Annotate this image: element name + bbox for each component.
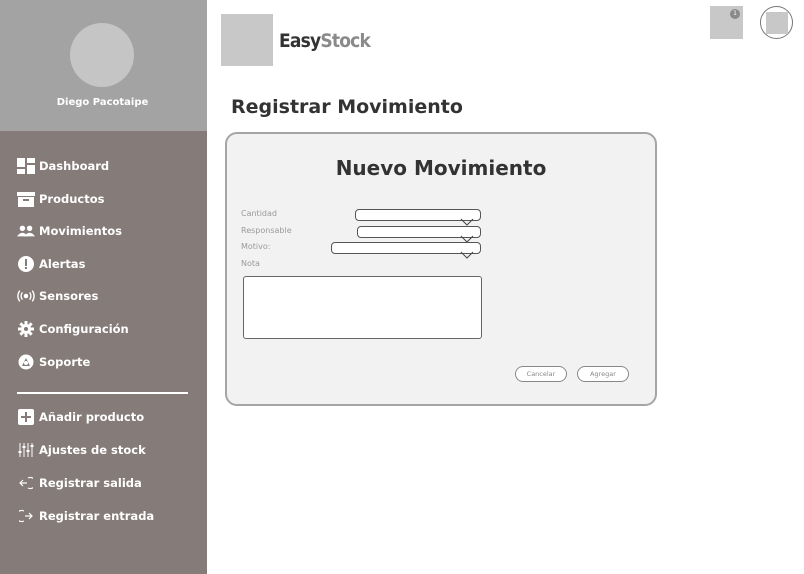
nota-label: Nota — [241, 259, 260, 268]
nav-item-movimientos[interactable]: Movimientos — [17, 220, 122, 242]
page-title: Registrar Movimiento — [231, 96, 463, 118]
logout-icon — [17, 474, 35, 492]
avatar[interactable] — [70, 23, 134, 87]
form-title: Nuevo Movimiento — [335, 156, 547, 180]
nav-item-configuracion[interactable]: Configuración — [17, 318, 129, 340]
profile-section: Diego Pacotaipe — [0, 0, 207, 131]
sliders-icon — [17, 441, 35, 459]
user-menu-button[interactable] — [760, 6, 793, 39]
chevron-down-icon — [460, 244, 474, 263]
dashboard-icon — [17, 157, 35, 175]
nav-item-sensores[interactable]: Sensores — [17, 285, 98, 307]
nav-item-soporte[interactable]: Soporte — [17, 351, 90, 373]
nav-label: Ajustes de stock — [39, 443, 146, 457]
logo[interactable] — [221, 14, 273, 66]
nav-item-registrar-entrada[interactable]: Registrar entrada — [17, 505, 154, 527]
brand-name: EasyStock — [279, 30, 371, 52]
nav-item-alertas[interactable]: Alertas — [17, 253, 85, 275]
cantidad-select[interactable] — [355, 209, 481, 226]
nav-label: Sensores — [39, 289, 99, 303]
user-name: Diego Pacotaipe — [56, 97, 149, 108]
notification-badge: 1 — [730, 9, 740, 19]
nav-item-registrar-salida[interactable]: Registrar salida — [17, 472, 142, 494]
nota-textarea[interactable] — [243, 276, 482, 339]
sidebar: Diego Pacotaipe Dashboard Productos Movi… — [0, 0, 207, 574]
nav-label: Añadir producto — [39, 410, 145, 424]
sidebar-divider — [17, 392, 188, 394]
nav-item-dashboard[interactable]: Dashboard — [17, 155, 109, 177]
cancel-button[interactable]: Cancelar — [515, 366, 567, 382]
motivo-label: Motivo: — [241, 242, 271, 251]
responsable-label: Responsable — [241, 226, 292, 235]
gear-icon — [17, 320, 35, 338]
nav-label: Dashboard — [39, 159, 110, 173]
nav-item-ajustes-stock[interactable]: Ajustes de stock — [17, 439, 146, 461]
nav-label: Productos — [39, 192, 105, 206]
nav-label: Alertas — [39, 257, 86, 271]
nav-label: Movimientos — [39, 224, 122, 238]
brand-part2: Stock — [320, 30, 371, 52]
notifications-button[interactable]: 1 — [710, 6, 743, 39]
submit-button[interactable]: Agregar — [577, 366, 629, 382]
nav-label: Registrar entrada — [39, 509, 155, 523]
movement-form: Nuevo Movimiento Cantidad Responsable Mo… — [225, 132, 657, 406]
login-icon — [17, 507, 35, 525]
box-icon — [17, 190, 35, 208]
nav-item-productos[interactable]: Productos — [17, 188, 104, 210]
user-icon — [766, 12, 788, 34]
cantidad-label: Cantidad — [241, 209, 277, 218]
nav-label: Registrar salida — [39, 476, 142, 490]
support-icon — [17, 353, 35, 371]
nav-label: Configuración — [39, 322, 129, 336]
alert-icon — [17, 255, 35, 273]
nav-label: Soporte — [39, 355, 91, 369]
plus-icon — [17, 408, 35, 426]
responsable-select[interactable] — [357, 226, 481, 243]
users-icon — [17, 222, 35, 240]
sensor-icon — [17, 287, 35, 305]
nav-item-anadir-producto[interactable]: Añadir producto — [17, 406, 144, 428]
motivo-select[interactable] — [331, 242, 481, 259]
brand-part1: Easy — [279, 30, 321, 52]
